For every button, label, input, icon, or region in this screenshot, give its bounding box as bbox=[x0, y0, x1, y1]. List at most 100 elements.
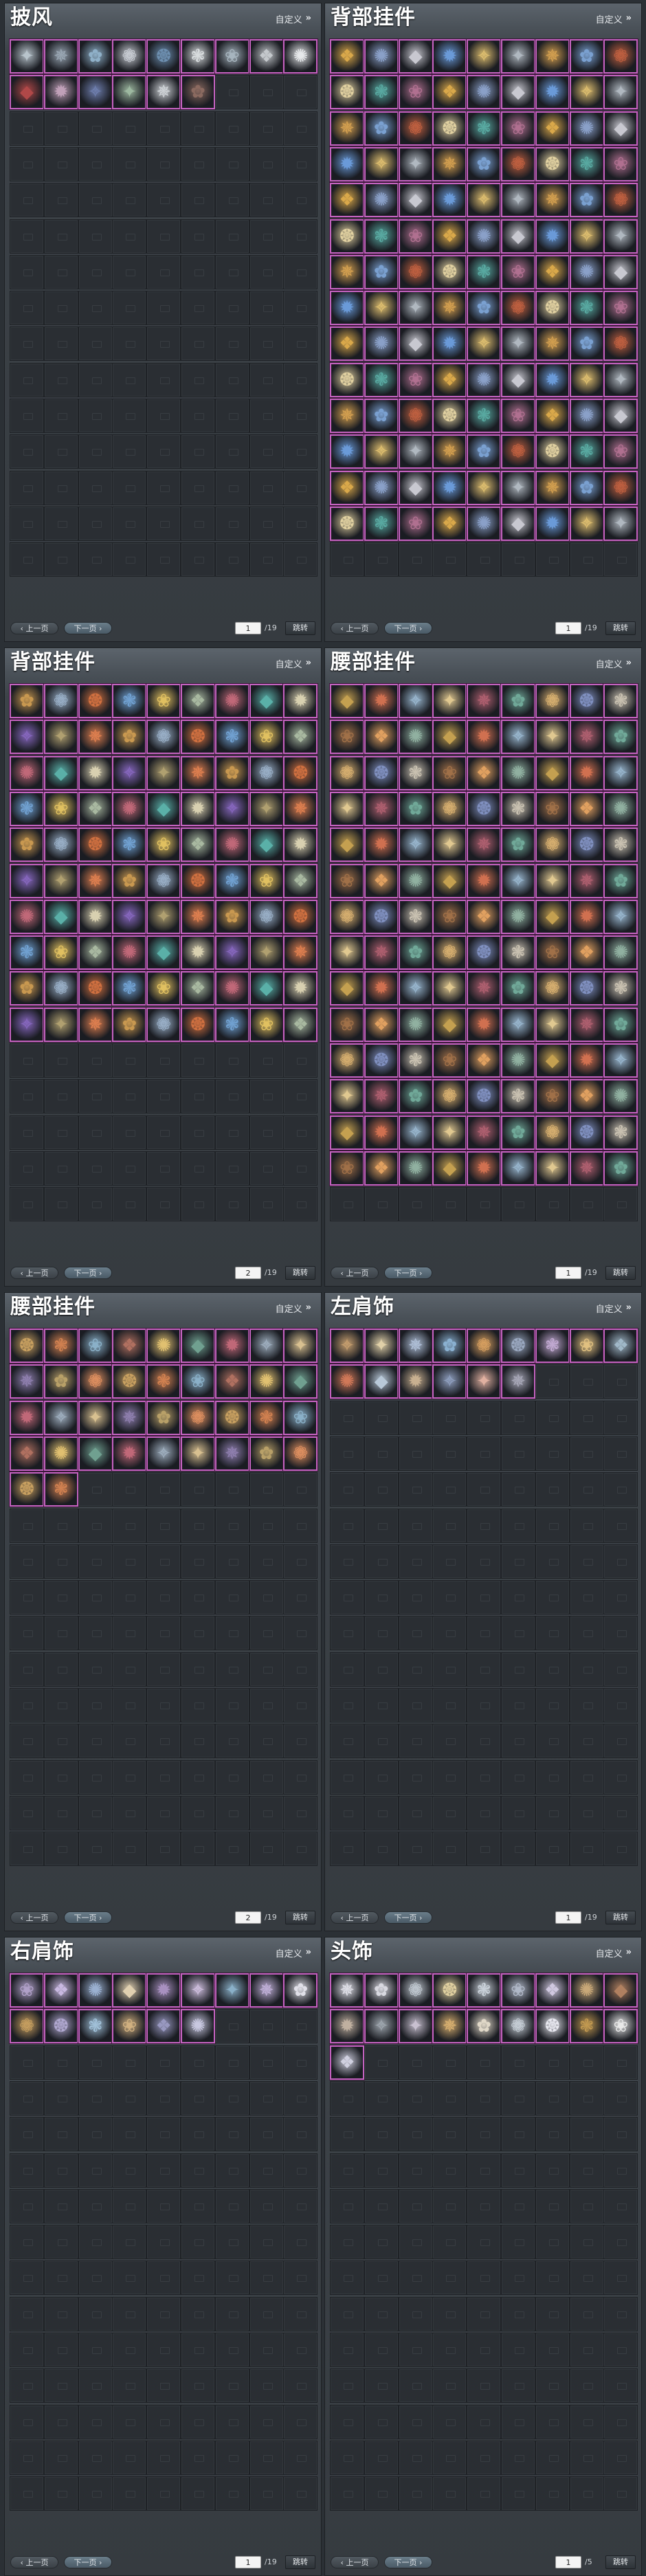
item-slot[interactable]: ✿ bbox=[467, 2009, 502, 2044]
item-slot[interactable]: ✧ bbox=[501, 863, 535, 898]
item-slot[interactable]: ❃ bbox=[467, 254, 502, 289]
item-slot[interactable]: ❀ bbox=[603, 291, 638, 326]
item-slot[interactable]: ✵ bbox=[112, 1400, 147, 1435]
customize-button[interactable]: 自定义» bbox=[276, 1944, 311, 1961]
item-slot[interactable]: ✺ bbox=[569, 254, 604, 289]
item-slot[interactable]: ❖ bbox=[603, 1329, 638, 1363]
item-slot[interactable]: ❖ bbox=[78, 935, 113, 970]
page-number-input[interactable] bbox=[235, 1267, 261, 1279]
item-slot[interactable]: ✧ bbox=[603, 755, 638, 790]
item-slot[interactable]: ❁ bbox=[432, 791, 467, 826]
item-slot[interactable]: ❀ bbox=[181, 1364, 215, 1399]
item-slot[interactable]: ✧ bbox=[43, 1400, 78, 1435]
item-slot[interactable]: ❀ bbox=[283, 1400, 318, 1435]
item-slot[interactable]: ❃ bbox=[569, 291, 604, 326]
item-slot[interactable]: ✺ bbox=[10, 755, 44, 790]
jump-button[interactable]: 跳转 bbox=[605, 2555, 636, 2569]
item-slot[interactable]: ❂ bbox=[78, 828, 113, 863]
item-slot[interactable]: ✿ bbox=[501, 828, 535, 863]
item-slot[interactable]: ✧ bbox=[146, 1436, 181, 1471]
item-slot[interactable]: ❀ bbox=[78, 1329, 113, 1363]
item-slot[interactable]: ✹ bbox=[432, 326, 467, 362]
item-slot[interactable]: ❀ bbox=[603, 146, 638, 181]
item-slot[interactable]: ◆ bbox=[501, 75, 535, 110]
item-slot[interactable]: ❁ bbox=[330, 1043, 364, 1078]
item-slot[interactable]: ✹ bbox=[432, 39, 467, 74]
item-slot[interactable]: ✦ bbox=[398, 291, 433, 326]
item-slot[interactable]: ❖ bbox=[364, 720, 399, 755]
item-slot[interactable]: ❂ bbox=[43, 2009, 78, 2044]
item-slot[interactable]: ✦ bbox=[112, 75, 147, 110]
item-slot[interactable]: ❁ bbox=[535, 684, 570, 718]
item-slot[interactable]: ✿ bbox=[603, 1151, 638, 1186]
item-slot[interactable]: ❂ bbox=[535, 434, 570, 469]
item-slot[interactable]: ✿ bbox=[181, 75, 215, 110]
prev-page-button[interactable]: ‹ 上一页 bbox=[10, 1267, 58, 1279]
item-slot[interactable]: ✧ bbox=[214, 791, 249, 826]
item-slot[interactable]: ✹ bbox=[398, 1364, 433, 1399]
item-slot[interactable]: ❁ bbox=[603, 183, 638, 218]
item-slot[interactable]: ❀ bbox=[43, 935, 78, 970]
jump-button[interactable]: 跳转 bbox=[605, 1911, 636, 1924]
item-slot[interactable]: ❖ bbox=[432, 75, 467, 110]
item-slot[interactable]: ❃ bbox=[364, 75, 399, 110]
item-slot[interactable]: ◆ bbox=[535, 899, 570, 934]
item-slot[interactable]: ❂ bbox=[535, 146, 570, 181]
item-slot[interactable]: ❃ bbox=[112, 684, 147, 718]
item-slot[interactable]: ◆ bbox=[112, 1973, 147, 2008]
item-slot[interactable]: ◆ bbox=[181, 1329, 215, 1363]
item-slot[interactable]: ◆ bbox=[432, 863, 467, 898]
item-slot[interactable]: ❖ bbox=[535, 399, 570, 433]
item-slot[interactable]: ✵ bbox=[181, 755, 215, 790]
item-slot[interactable]: ❀ bbox=[10, 1973, 44, 2008]
item-slot[interactable]: ◆ bbox=[603, 111, 638, 146]
item-slot[interactable]: ❀ bbox=[249, 1007, 284, 1042]
item-slot[interactable]: ❁ bbox=[43, 971, 78, 1006]
item-slot[interactable]: ✺ bbox=[214, 971, 249, 1006]
item-slot[interactable]: ✵ bbox=[501, 1364, 535, 1399]
item-slot[interactable]: ✹ bbox=[330, 434, 364, 469]
item-slot[interactable]: ◆ bbox=[146, 791, 181, 826]
item-slot[interactable]: ✵ bbox=[214, 1436, 249, 1471]
item-slot[interactable]: ❃ bbox=[603, 971, 638, 1006]
item-slot[interactable]: ❁ bbox=[535, 1115, 570, 1150]
item-slot[interactable]: ✹ bbox=[364, 1115, 399, 1150]
item-slot[interactable]: ✹ bbox=[181, 791, 215, 826]
item-slot[interactable]: ✵ bbox=[330, 1973, 364, 2008]
item-slot[interactable]: ✧ bbox=[467, 326, 502, 362]
item-slot[interactable]: ◆ bbox=[603, 399, 638, 433]
item-slot[interactable]: ❁ bbox=[535, 971, 570, 1006]
item-slot[interactable]: ✵ bbox=[398, 1329, 433, 1363]
item-slot[interactable]: ✺ bbox=[249, 1364, 284, 1399]
item-slot[interactable]: ❃ bbox=[467, 111, 502, 146]
item-slot[interactable]: ◆ bbox=[283, 1364, 318, 1399]
next-page-button[interactable]: 下一页 › bbox=[64, 1267, 112, 1279]
next-page-button[interactable]: 下一页 › bbox=[64, 2556, 112, 2568]
item-slot[interactable]: ✦ bbox=[249, 791, 284, 826]
item-slot[interactable]: ✦ bbox=[330, 935, 364, 970]
item-slot[interactable]: ❖ bbox=[364, 1151, 399, 1186]
item-slot[interactable]: ❂ bbox=[501, 1329, 535, 1363]
item-slot[interactable]: ❀ bbox=[398, 75, 433, 110]
item-slot[interactable]: ❀ bbox=[501, 254, 535, 289]
item-slot[interactable]: ✵ bbox=[10, 1364, 44, 1399]
item-slot[interactable]: ❁ bbox=[398, 111, 433, 146]
item-slot[interactable]: ❂ bbox=[364, 1043, 399, 1078]
item-slot[interactable]: ✿ bbox=[569, 39, 604, 74]
next-page-button[interactable]: 下一页 › bbox=[384, 622, 432, 634]
item-slot[interactable]: ❖ bbox=[535, 254, 570, 289]
customize-button[interactable]: 自定义» bbox=[596, 10, 632, 27]
item-slot[interactable]: ✺ bbox=[283, 39, 318, 74]
item-slot[interactable]: ✦ bbox=[501, 470, 535, 505]
item-slot[interactable]: ✦ bbox=[535, 1007, 570, 1042]
item-slot[interactable]: ✦ bbox=[146, 899, 181, 934]
item-slot[interactable]: ❖ bbox=[43, 1973, 78, 2008]
item-slot[interactable]: ❀ bbox=[398, 219, 433, 254]
item-slot[interactable]: ✧ bbox=[398, 828, 433, 863]
item-slot[interactable]: ✦ bbox=[398, 434, 433, 469]
item-slot[interactable]: ✺ bbox=[398, 1007, 433, 1042]
next-page-button[interactable]: 下一页 › bbox=[64, 622, 112, 634]
item-slot[interactable]: ❃ bbox=[146, 1364, 181, 1399]
item-slot[interactable]: ✵ bbox=[569, 863, 604, 898]
item-slot[interactable]: ✺ bbox=[146, 1329, 181, 1363]
